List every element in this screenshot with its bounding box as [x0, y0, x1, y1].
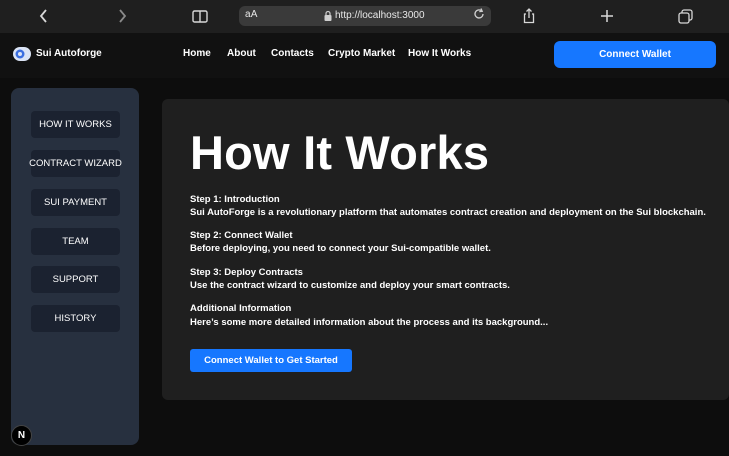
address-bar[interactable]: aA http://localhost:3000: [239, 6, 491, 26]
sidebar-item-label: SUI PAYMENT: [44, 197, 107, 208]
sidebar-item-contract-wizard[interactable]: CONTRACT WIZARD: [29, 150, 122, 177]
text-size-button[interactable]: aA: [245, 9, 258, 20]
nav-link-crypto-market[interactable]: Crypto Market: [328, 48, 395, 59]
sidebar-item-team[interactable]: TEAM: [31, 228, 120, 255]
sidebar-item-label: CONTRACT WIZARD: [29, 158, 122, 169]
url-text: http://localhost:3000: [335, 10, 425, 21]
section-text: Use the contract wizard to customize and…: [190, 280, 510, 291]
connect-wallet-button[interactable]: Connect Wallet: [554, 41, 716, 68]
sidebar-item-history[interactable]: HISTORY: [31, 305, 120, 332]
main-content-card: How It Works Step 1: Introduction Sui Au…: [162, 99, 729, 400]
nextjs-badge[interactable]: N: [11, 425, 32, 446]
nav-link-how-it-works[interactable]: How It Works: [408, 48, 471, 59]
sidebar-item-how-it-works[interactable]: HOW IT WORKS: [31, 111, 120, 138]
section-heading: Step 1: Introduction: [190, 194, 280, 205]
sui-logo-icon: [13, 47, 31, 61]
nav-link-contacts[interactable]: Contacts: [271, 48, 314, 59]
share-icon[interactable]: [518, 5, 540, 27]
plus-icon[interactable]: [596, 5, 618, 27]
sidebar: HOW IT WORKS CONTRACT WIZARD SUI PAYMENT…: [11, 88, 139, 445]
section-text: Before deploying, you need to connect yo…: [190, 243, 491, 254]
section-heading: Additional Information: [190, 303, 292, 314]
section-text: Here’s some more detailed information ab…: [190, 317, 549, 328]
sidebar-item-label: SUPPORT: [52, 274, 99, 285]
connect-wallet-cta-button[interactable]: Connect Wallet to Get Started: [190, 349, 352, 372]
lock-icon: [324, 10, 332, 21]
reload-icon[interactable]: [473, 8, 485, 23]
chevron-right-icon[interactable]: [111, 5, 133, 27]
logo-text[interactable]: Sui Autoforge: [36, 48, 102, 59]
sidebar-item-label: TEAM: [62, 236, 89, 247]
sidebar-item-sui-payment[interactable]: SUI PAYMENT: [31, 189, 120, 216]
page-title: How It Works: [190, 126, 490, 179]
sidebar-item-label: HOW IT WORKS: [39, 119, 112, 130]
sidebar-item-support[interactable]: SUPPORT: [31, 266, 120, 293]
section-text: Sui AutoForge is a revolutionary platfor…: [190, 207, 706, 218]
nav-link-about[interactable]: About: [227, 48, 256, 59]
nav-link-home[interactable]: Home: [183, 48, 211, 59]
sidebar-item-label: HISTORY: [54, 313, 97, 324]
tabs-icon[interactable]: [674, 5, 696, 27]
browser-toolbar: aA http://localhost:3000: [0, 0, 729, 33]
section-heading: Step 2: Connect Wallet: [190, 230, 293, 241]
book-icon[interactable]: [189, 5, 211, 27]
chevron-left-icon[interactable]: [33, 5, 55, 27]
site-navbar: Sui Autoforge Home About Contacts Crypto…: [0, 33, 729, 78]
section-heading: Step 3: Deploy Contracts: [190, 267, 303, 278]
